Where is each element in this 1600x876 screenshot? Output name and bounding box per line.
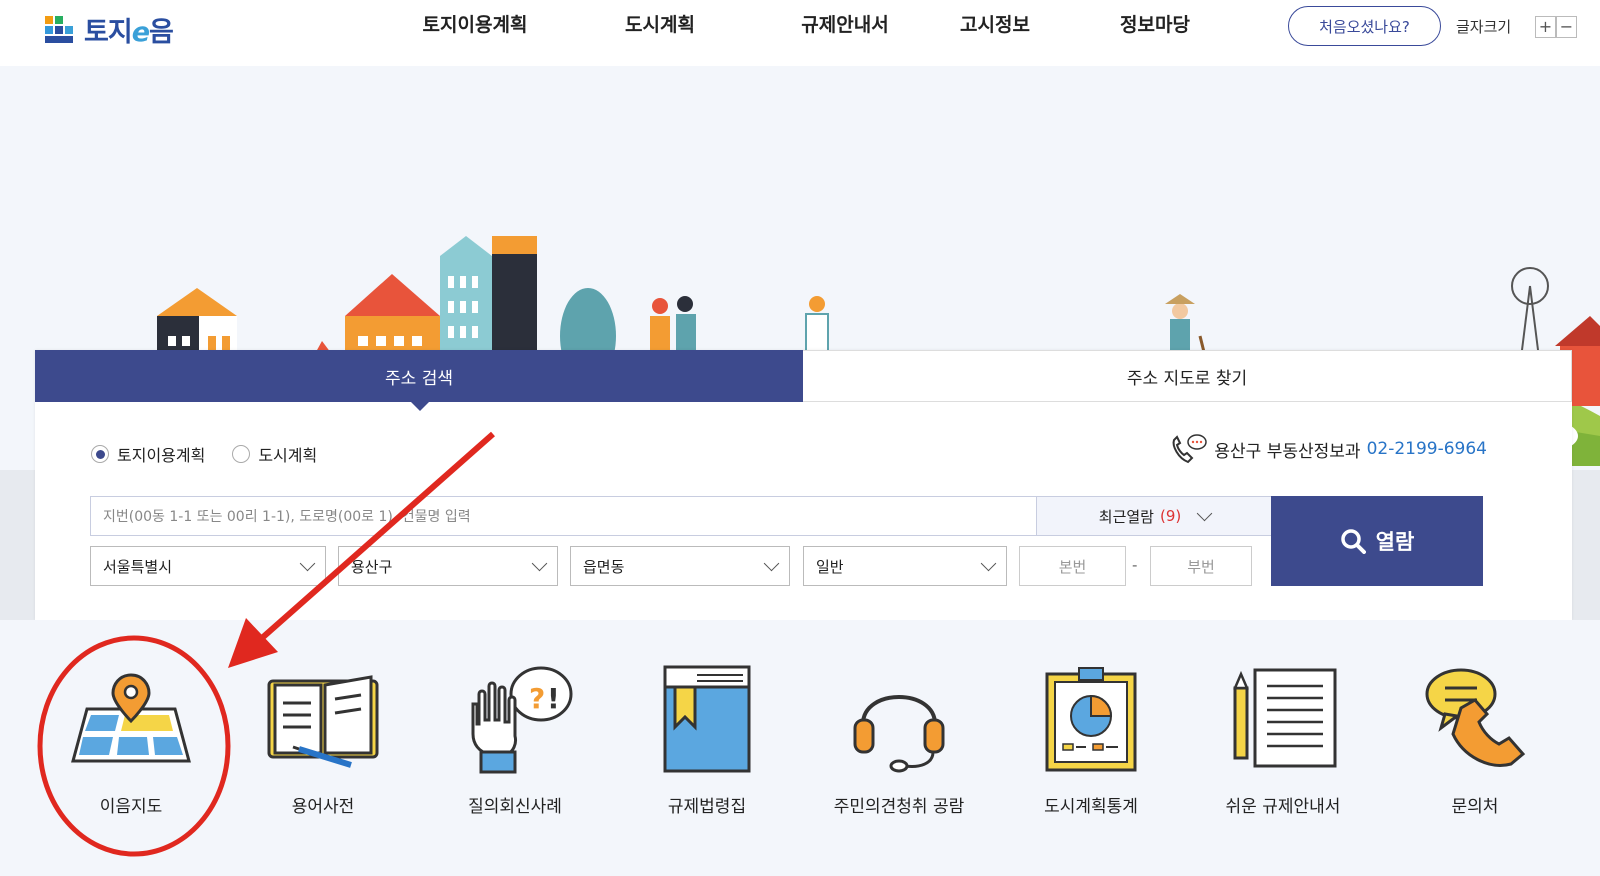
radio-land-use[interactable]: 토지이용계획 [91,442,205,466]
nav-info[interactable]: 정보마당 [1090,10,1220,37]
quick-item-easy-guide[interactable]: 쉬운 규제안내서 [1187,660,1379,830]
contact-phone-link[interactable]: 02-2199-6964 [1367,439,1487,459]
select-sido[interactable]: 서울특별시 [90,546,326,586]
recent-views-dropdown[interactable]: 최근열람 (9) [1037,496,1273,536]
main-lot-number-input[interactable]: 본번 [1019,546,1126,586]
site-header: 토지e음 토지이용계획 도시계획 규제안내서 고시정보 정보마당 처음오셨나요?… [0,0,1600,66]
radio-urban-plan-label: 도시계획 [258,446,318,465]
phone-chat-icon [1425,668,1526,767]
chevron-down-icon [1196,505,1213,522]
radio-land-use-label: 토지이용계획 [117,446,206,465]
tab-address-search[interactable]: 주소 검색 [35,350,803,411]
chevron-down-icon [299,555,316,572]
quick-item-contact[interactable]: 문의처 [1379,660,1571,830]
select-land-type[interactable]: 일반 [803,546,1007,586]
page: { "header": { "logo_text_pre": "토지", "lo… [0,0,1600,876]
tab-map-search[interactable]: 주소 지도로 찾기 [803,350,1572,402]
chevron-down-icon [980,555,997,572]
search-icon [1340,529,1366,554]
select-eupmyeondong-value: 읍면동 [583,557,625,576]
quick-item-urban-statistics[interactable]: 도시계획통계 [995,660,1187,830]
headset-icon [853,695,945,773]
lot-number-separator: - [1132,556,1138,574]
nav-regulation-guide[interactable]: 규제안내서 [770,10,920,37]
quick-menu: 이음지도 용어사전 ? ! 질의회신사례 규제법령집 주민의견청취 공람 도시계… [0,620,1600,876]
chevron-down-icon [763,555,780,572]
svg-text:!: ! [547,682,560,715]
quick-item-label: 문의처 [1451,797,1499,817]
site-logo[interactable]: 토지e음 [44,10,174,49]
quick-item-glossary[interactable]: 용어사전 [227,660,419,830]
svg-text:?: ? [529,682,545,715]
select-sido-value: 서울특별시 [103,557,173,576]
phone-chat-small-icon [1173,434,1208,464]
law-book-icon [663,665,751,773]
search-type-radio-group: 토지이용계획 도시계획 [91,442,344,466]
font-size-label: 글자크기 [1456,18,1512,36]
select-land-type-value: 일반 [816,557,844,576]
nav-notices[interactable]: 고시정보 [930,10,1060,37]
select-eupmyeondong[interactable]: 읍면동 [570,546,790,586]
quick-item-label: 쉬운 규제안내서 [1225,797,1341,817]
hand-question-icon: ? ! [471,666,573,774]
font-size-controls: + − [1535,16,1577,38]
select-sigungu[interactable]: 용산구 [338,546,558,586]
sub-lot-number-input[interactable]: 부번 [1150,546,1252,586]
address-search-placeholder: 지번(00동 1-1 또는 00리 1-1), 도로명(00로 1), 건물명 … [103,509,471,525]
view-button[interactable]: 열람 [1271,496,1483,586]
recent-views-label: 최근열람 [1098,507,1154,526]
quick-item-qna-cases[interactable]: ? ! 질의회신사례 [419,660,611,830]
quick-item-label: 주민의견청취 공람 [833,797,965,817]
recent-views-count: (9) [1159,507,1182,525]
document-pencil-icon [1233,668,1337,768]
first-visit-button[interactable]: 처음오셨나요? [1288,6,1441,46]
nav-urban-plan[interactable]: 도시계획 [570,10,750,37]
quick-item-label: 도시계획통계 [1044,797,1138,817]
nav-land-use[interactable]: 토지이용계획 [400,10,550,37]
radio-urban-plan-control[interactable] [232,445,251,463]
open-book-icon [267,675,379,768]
main-nav: 토지이용계획 도시계획 규제안내서 고시정보 정보마당 [400,10,1220,37]
search-panel: 주소 검색 주소 지도로 찾기 토지이용계획 도시계획 용산구 부동산정보과 0… [35,350,1572,620]
view-button-label: 열람 [1375,530,1415,554]
quick-item-label: 규제법령집 [667,797,747,817]
select-sigungu-value: 용산구 [351,557,393,576]
contact-info: 용산구 부동산정보과 02-2199-6964 [1168,432,1487,466]
quick-item-law-collection[interactable]: 규제법령집 [611,660,803,830]
quick-item-label: 이음지도 [99,797,163,817]
font-decrease-button[interactable]: − [1556,16,1577,38]
address-search-input[interactable]: 지번(00동 1-1 또는 00리 1-1), 도로명(00로 1), 건물명 … [90,496,1037,536]
font-increase-button[interactable]: + [1535,16,1556,38]
radio-land-use-control[interactable] [91,445,109,463]
map-pin-icon [71,673,191,763]
quick-item-public-hearing[interactable]: 주민의견청취 공람 [803,660,995,830]
contact-dept-label: 용산구 부동산정보과 [1214,441,1361,462]
chevron-down-icon [531,555,548,572]
quick-item-label: 용어사전 [291,797,355,817]
logo-icon [45,15,73,43]
quick-item-label: 질의회신사례 [468,797,562,817]
quick-item-eum-map[interactable]: 이음지도 [35,660,227,830]
statistics-board-icon [1045,667,1137,772]
radio-urban-plan[interactable]: 도시계획 [232,442,317,466]
hero-banner: 주소 검색 주소 지도로 찾기 토지이용계획 도시계획 용산구 부동산정보과 0… [0,66,1600,686]
